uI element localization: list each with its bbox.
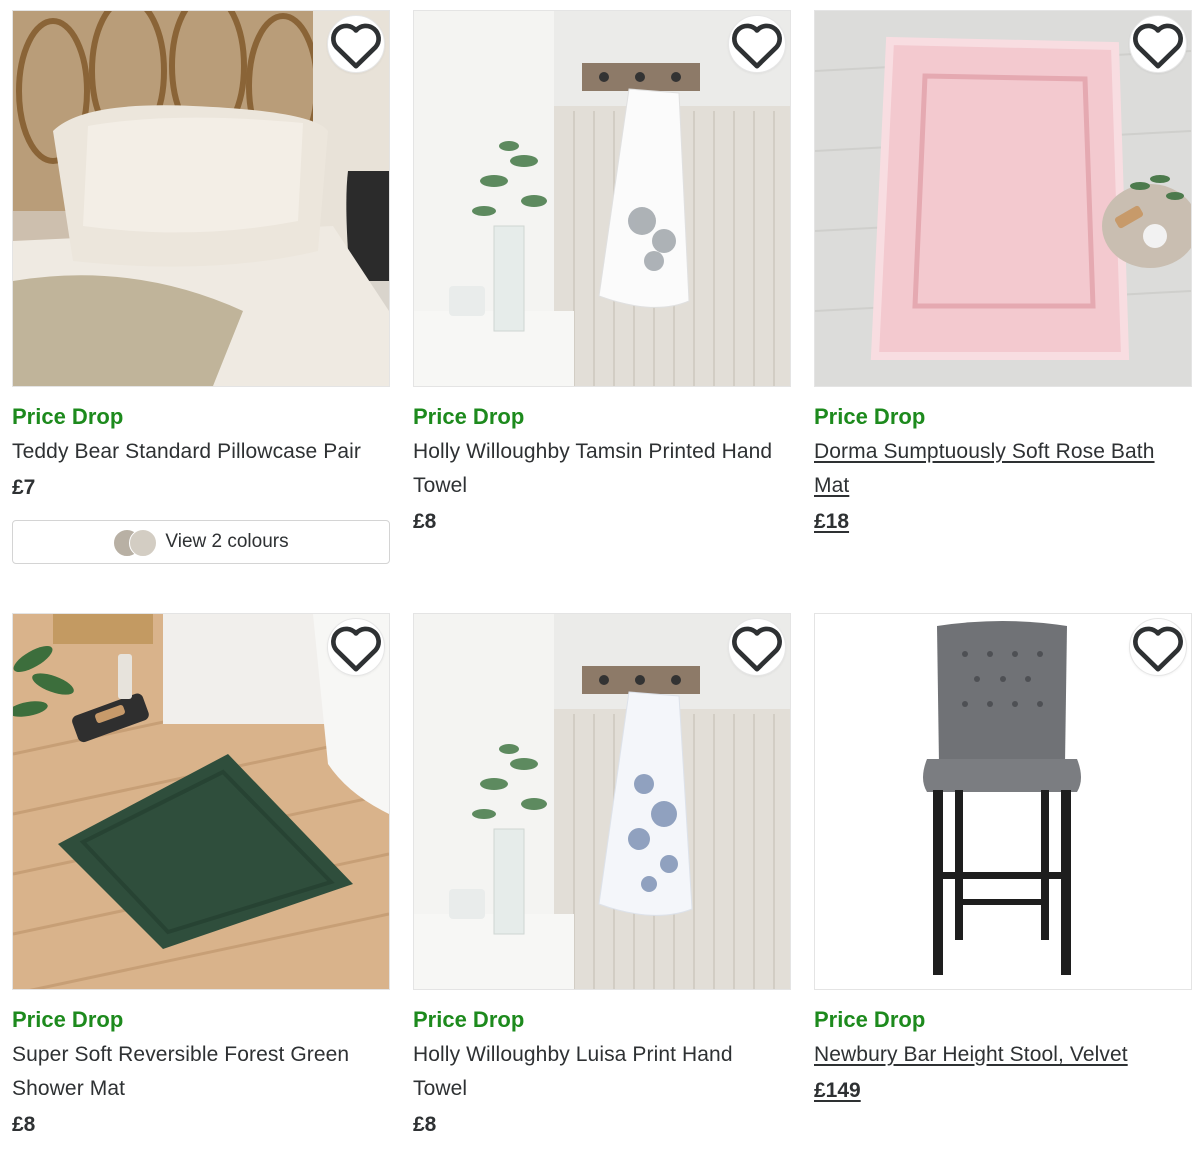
product-card-forest-green-mat[interactable]: Price Drop Super Soft Reversible Forest … bbox=[12, 613, 390, 1140]
price-drop-badge: Price Drop bbox=[814, 404, 926, 429]
price-drop-badge: Price Drop bbox=[413, 404, 525, 429]
product-image-rose-bath-mat[interactable] bbox=[814, 10, 1192, 387]
product-card-tamsin-towel[interactable]: Price Drop Holly Willoughby Tamsin Print… bbox=[413, 10, 791, 537]
price-drop-badge: Price Drop bbox=[12, 404, 124, 429]
heart-outline-icon bbox=[1133, 23, 1183, 69]
product-image-tamsin-towel[interactable] bbox=[413, 10, 791, 387]
heart-outline-icon bbox=[1133, 626, 1183, 672]
price-drop-badge: Price Drop bbox=[413, 1007, 525, 1032]
product-price: £149 bbox=[814, 1079, 861, 1102]
product-card-bar-stool[interactable]: Price Drop Newbury Bar Height Stool, Vel… bbox=[814, 613, 1192, 1106]
product-title[interactable]: Super Soft Reversible Forest Green Showe… bbox=[12, 1038, 390, 1106]
wishlist-button[interactable] bbox=[1129, 15, 1187, 73]
product-price: £18 bbox=[814, 510, 850, 533]
product-price: £8 bbox=[413, 510, 437, 533]
product-card-rose-bath-mat[interactable]: Price Drop Dorma Sumptuously Soft Rose B… bbox=[814, 10, 1192, 537]
product-image-forest-green-mat[interactable] bbox=[12, 613, 390, 990]
price-drop-badge: Price Drop bbox=[12, 1007, 124, 1032]
product-title[interactable]: Teddy Bear Standard Pillowcase Pair bbox=[12, 435, 390, 469]
product-image-luisa-towel[interactable] bbox=[413, 613, 791, 990]
product-title[interactable]: Dorma Sumptuously Soft Rose Bath Mat bbox=[814, 435, 1192, 503]
product-price: £7 bbox=[12, 476, 36, 499]
product-image-pillowcase[interactable] bbox=[12, 10, 390, 387]
heart-outline-icon bbox=[732, 626, 782, 672]
product-price: £8 bbox=[413, 1113, 437, 1136]
product-price: £8 bbox=[12, 1113, 36, 1136]
wishlist-button[interactable] bbox=[327, 15, 385, 73]
wishlist-button[interactable] bbox=[1129, 618, 1187, 676]
product-grid: Price Drop Teddy Bear Standard Pillowcas… bbox=[0, 0, 1200, 1153]
view-colours-label: View 2 colours bbox=[165, 531, 289, 552]
product-title[interactable]: Holly Willoughby Luisa Print Hand Towel bbox=[413, 1038, 791, 1106]
product-card-luisa-towel[interactable]: Price Drop Holly Willoughby Luisa Print … bbox=[413, 613, 791, 1140]
product-title[interactable]: Holly Willoughby Tamsin Printed Hand Tow… bbox=[413, 435, 791, 503]
product-title[interactable]: Newbury Bar Height Stool, Velvet bbox=[814, 1038, 1192, 1072]
wishlist-button[interactable] bbox=[728, 15, 786, 73]
product-card-pillowcase[interactable]: Price Drop Teddy Bear Standard Pillowcas… bbox=[12, 10, 390, 564]
wishlist-button[interactable] bbox=[327, 618, 385, 676]
colour-swatch-icon bbox=[113, 529, 158, 557]
heart-outline-icon bbox=[331, 23, 381, 69]
price-drop-badge: Price Drop bbox=[814, 1007, 926, 1032]
product-image-bar-stool[interactable] bbox=[814, 613, 1192, 990]
heart-outline-icon bbox=[331, 626, 381, 672]
view-colours-button[interactable]: View 2 colours bbox=[12, 520, 390, 564]
wishlist-button[interactable] bbox=[728, 618, 786, 676]
heart-outline-icon bbox=[732, 23, 782, 69]
